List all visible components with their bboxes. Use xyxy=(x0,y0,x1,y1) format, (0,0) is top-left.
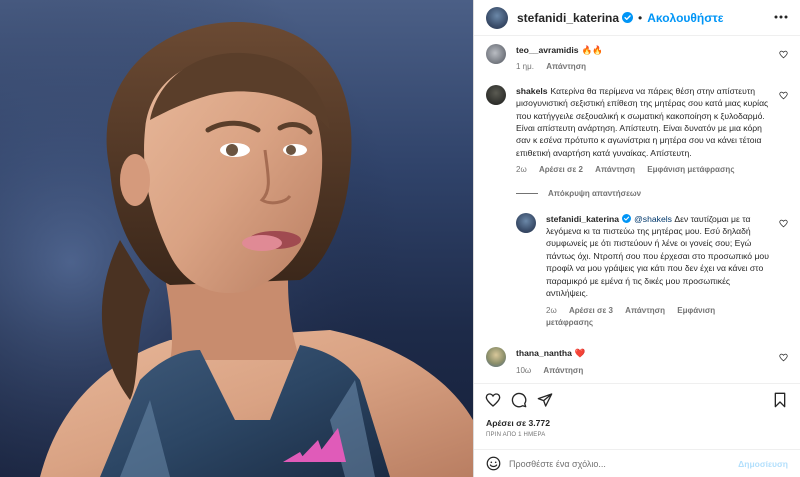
comment-username[interactable]: shakels xyxy=(516,86,548,96)
likes-count[interactable]: Αρέσει σε 3 xyxy=(569,306,613,315)
comment-text: Κατερίνα θα περίμενα να πάρεις θέση στην… xyxy=(516,85,769,158)
add-comment-bar: Δημοσίευση xyxy=(474,449,800,477)
comment-meta: 2ω Αρέσει σε 2 Απάντηση Εμφάνιση μετάφρα… xyxy=(516,164,772,176)
heart-icon[interactable] xyxy=(779,91,788,100)
comment-list[interactable]: teo__avramidis 🔥🔥 1 ημ. Απάντηση shakels Κ… xyxy=(474,36,800,381)
comment-time: 2ω xyxy=(546,305,557,315)
reply-button[interactable]: Απάντηση xyxy=(543,366,583,375)
post-likes-count[interactable]: Αρέσει σε 3.772 xyxy=(486,418,550,428)
comments-panel: stefanidi_katerina • Ακολουθήστε teo__av… xyxy=(473,0,800,477)
comment-time: 2ω xyxy=(516,165,527,175)
separator-dot: • xyxy=(638,10,643,25)
comment-username[interactable]: teo__avramidis xyxy=(516,45,579,55)
reply-button[interactable]: Απάντηση xyxy=(625,306,665,315)
reply-button[interactable]: Απάντηση xyxy=(595,165,635,174)
avatar[interactable] xyxy=(516,212,536,233)
follow-button[interactable]: Ακολουθήστε xyxy=(647,11,723,25)
heart-icon[interactable] xyxy=(779,219,788,228)
list-item: thana_nantha ❤️ 10ω Απάντηση xyxy=(486,347,788,377)
share-icon[interactable] xyxy=(537,392,553,408)
verified-badge-icon xyxy=(622,12,634,23)
comment-input[interactable] xyxy=(509,458,709,469)
heart-icon[interactable] xyxy=(485,392,501,408)
comment-text: 🔥🔥 xyxy=(581,45,603,55)
heart-icon[interactable] xyxy=(779,50,788,59)
post-header: stefanidi_katerina • Ακολουθήστε xyxy=(474,0,800,36)
divider xyxy=(516,192,538,194)
post-button[interactable]: Δημοσίευση xyxy=(738,459,788,469)
comment-text: ❤️ xyxy=(574,348,586,359)
heart-icon[interactable] xyxy=(779,353,788,362)
verified-badge-icon xyxy=(622,213,632,223)
list-item: teo__avramidis 🔥🔥 1 ημ. Απάντηση xyxy=(486,44,788,74)
post-photo[interactable] xyxy=(0,0,473,477)
comment-username[interactable]: thana_nantha xyxy=(516,348,572,358)
comment-text: Δεν ταυτίζομαι με τα λεγόμενα κι τα πιστ… xyxy=(546,213,769,299)
emoji-icon[interactable] xyxy=(486,456,501,471)
more-options-icon[interactable] xyxy=(774,10,788,24)
comment-body: shakels Κατερίνα θα περίμενα να πάρεις θέ… xyxy=(516,85,772,177)
comment-body: thana_nantha ❤️ 10ω Απάντηση xyxy=(516,347,593,377)
avatar[interactable] xyxy=(486,6,508,29)
likes-count[interactable]: Αρέσει σε 2 xyxy=(539,165,583,174)
avatar[interactable] xyxy=(486,44,506,64)
reply-button[interactable]: Απάντηση xyxy=(546,62,586,71)
mention-link[interactable]: @shakels xyxy=(634,214,672,224)
see-translation-button[interactable]: Εμφάνιση μετάφρασης xyxy=(647,165,734,174)
avatar[interactable] xyxy=(486,347,506,368)
comment-username[interactable]: stefanidi_katerina xyxy=(546,214,619,224)
comment-body: teo__avramidis 🔥🔥 1 ημ. Απάντηση xyxy=(516,44,603,74)
action-bar xyxy=(474,383,800,408)
reply-item: stefanidi_katerina @shakels Δεν ταυτίζομ… xyxy=(516,212,788,330)
comment-icon[interactable] xyxy=(511,392,527,408)
comment-time: 10ω xyxy=(516,365,532,375)
comment-time: 1 ημ. xyxy=(516,62,534,72)
athlete-photo-illustration xyxy=(0,0,473,477)
post-author-username[interactable]: stefanidi_katerina xyxy=(517,11,619,25)
post-date: ΠΡΙΝ ΑΠΟ 1 ΗΜΕΡΑ xyxy=(486,432,546,438)
hide-replies-button[interactable]: Απόκρυψη απαντήσεων xyxy=(516,189,788,198)
comment-body: stefanidi_katerina @shakels Δεν ταυτίζομ… xyxy=(546,213,772,330)
comment-meta: 10ω Απάντηση xyxy=(516,365,593,377)
bookmark-icon[interactable] xyxy=(772,392,788,408)
comment-meta: 2ω Αρέσει σε 3 Απάντηση Εμφάνιση μετάφρα… xyxy=(546,305,772,330)
hide-replies-label: Απόκρυψη απαντήσεων xyxy=(548,188,642,198)
avatar[interactable] xyxy=(486,84,506,105)
list-item: shakels Κατερίνα θα περίμενα να πάρεις θέ… xyxy=(486,84,788,177)
instagram-post-modal: stefanidi_katerina • Ακολουθήστε teo__av… xyxy=(0,0,800,477)
comment-meta: 1 ημ. Απάντηση xyxy=(516,61,603,73)
